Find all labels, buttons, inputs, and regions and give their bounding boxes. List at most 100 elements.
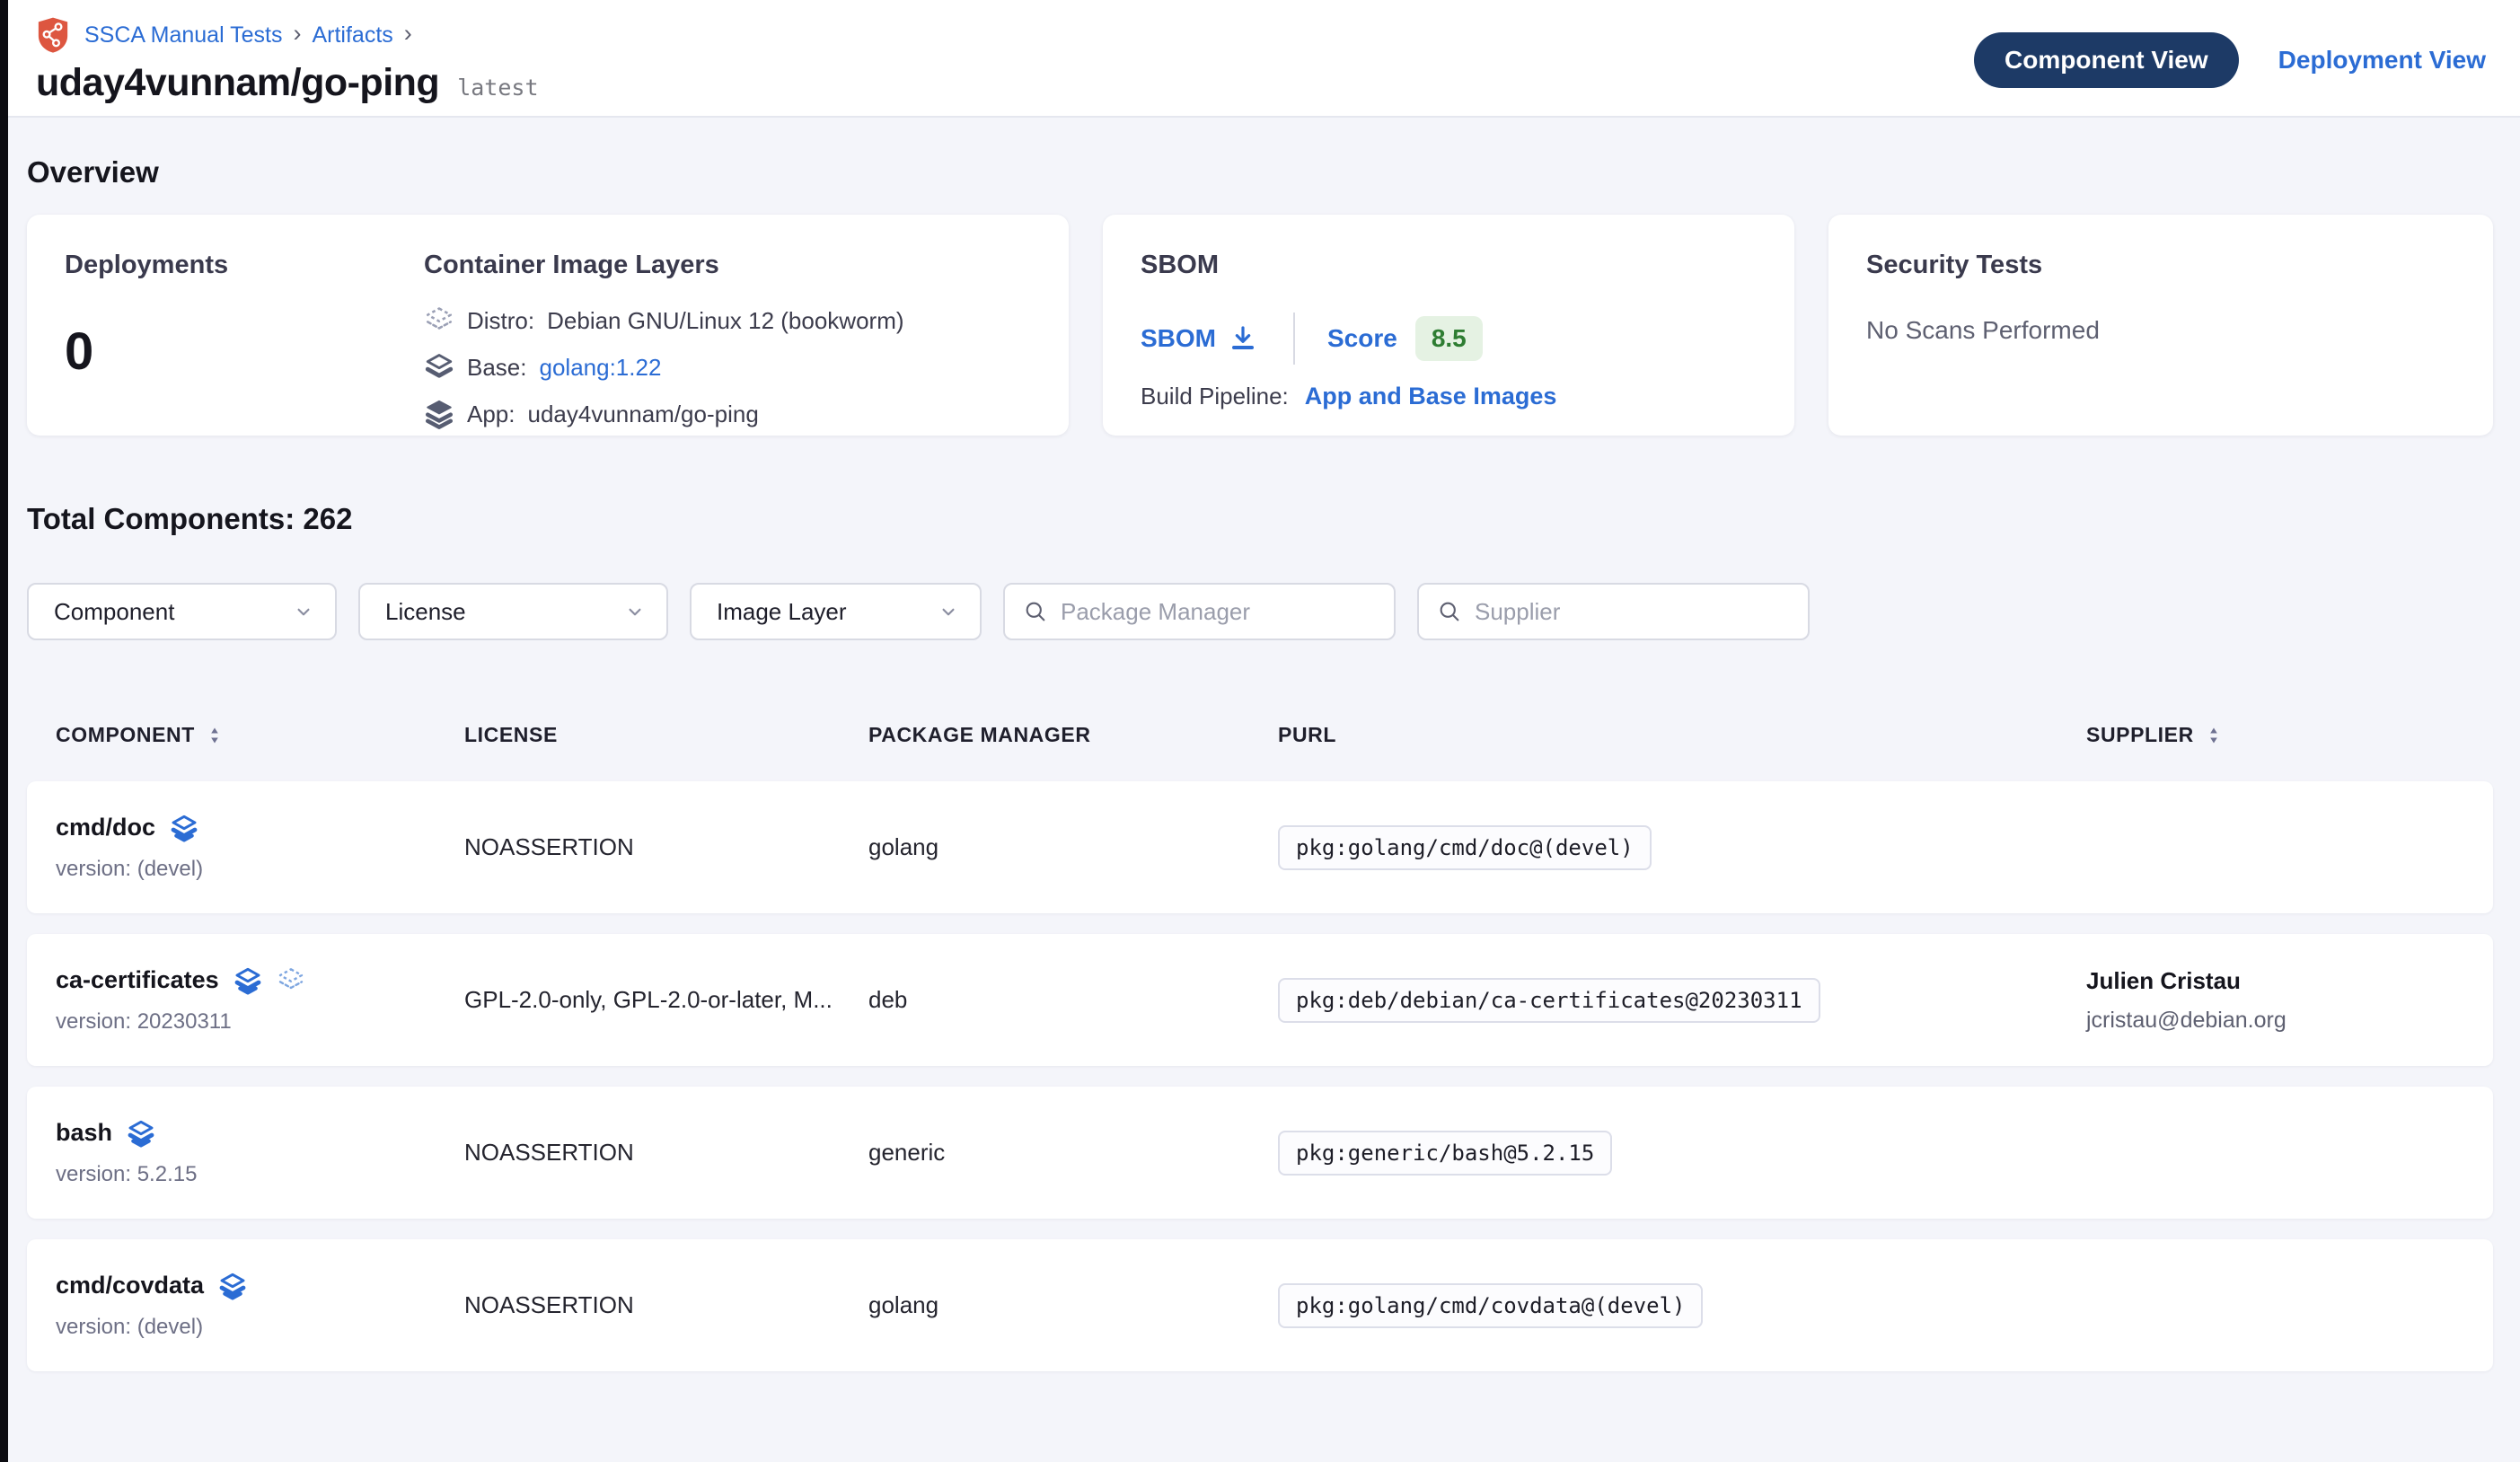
component-name: cmd/doc [56, 814, 155, 841]
purl-chip[interactable]: pkg:deb/debian/ca-certificates@20230311 [1278, 978, 1820, 1023]
sbom-score-badge: 8.5 [1415, 316, 1483, 361]
supplier-name: Julien Cristau [2086, 967, 2241, 995]
component-version: version: (devel) [56, 1315, 203, 1340]
package-manager-searchbox [1003, 583, 1396, 640]
supplier-searchbox [1417, 583, 1810, 640]
base-layer-row: Base: golang:1.22 [424, 352, 904, 383]
artifact-tag-badge: latest [457, 75, 538, 101]
component-filter-dropdown[interactable]: Component [27, 583, 337, 640]
sort-icon[interactable] [2203, 725, 2225, 746]
collapsed-nav-edge [0, 0, 8, 1462]
component-filter-label: Component [54, 598, 174, 626]
component-cell: cmd/covdata version: (devel) [27, 1239, 436, 1371]
app-layer-icon [127, 1119, 155, 1148]
supplier-cell [2057, 1087, 2493, 1219]
license-cell: NOASSERTION [436, 1239, 840, 1371]
overview-heading: Overview [27, 155, 2493, 189]
app-layer-value: uday4vunnam/go-ping [528, 401, 759, 428]
components-table-body: cmd/doc version: (devel) NOASSERTION gol… [27, 781, 2493, 1371]
deployments-title: Deployments [65, 251, 424, 280]
sbom-title: SBOM [1141, 251, 1757, 280]
purl-chip[interactable]: pkg:generic/bash@5.2.15 [1278, 1131, 1612, 1176]
download-icon [1229, 324, 1257, 353]
license-filter-dropdown[interactable]: License [358, 583, 668, 640]
breadcrumb-separator-icon: › [404, 20, 412, 48]
chevron-down-icon [292, 600, 315, 623]
license-cell: GPL-2.0-only, GPL-2.0-or-later, M... [436, 934, 840, 1066]
total-components-heading: Total Components: 262 [27, 502, 2493, 536]
search-icon [1437, 599, 1462, 624]
image-layers-title: Container Image Layers [424, 251, 904, 280]
table-row[interactable]: cmd/covdata version: (devel) NOASSERTION… [27, 1239, 2493, 1371]
build-pipeline-link[interactable]: App and Base Images [1305, 383, 1557, 410]
distro-layer-icon [277, 966, 305, 995]
main-content: Overview Deployments 0 Container Image L… [0, 155, 2520, 1371]
deployments-layers-card: Deployments 0 Container Image Layers Dis… [27, 215, 1069, 436]
filters-bar: Component License Image Layer [27, 583, 2493, 640]
base-layer-icon [424, 352, 454, 383]
sort-icon[interactable] [204, 725, 225, 746]
column-header-package-manager: PACKAGE MANAGER [840, 723, 1249, 747]
artifact-title: uday4vunnam/go-ping [36, 61, 439, 105]
package-manager-cell: golang [840, 1239, 1249, 1371]
sbom-score: Score 8.5 [1327, 316, 1483, 361]
component-cell: bash version: 5.2.15 [27, 1087, 436, 1219]
components-table-header: COMPONENT LICENSE PACKAGE MANAGER PURL S… [27, 723, 2493, 747]
chevron-down-icon [623, 600, 647, 623]
package-manager-cell: deb [840, 934, 1249, 1066]
sbom-download-link[interactable]: SBOM [1141, 324, 1257, 353]
breadcrumb-artifacts-link[interactable]: Artifacts [312, 22, 392, 48]
purl-chip[interactable]: pkg:golang/cmd/covdata@(devel) [1278, 1283, 1703, 1328]
table-row[interactable]: ca-certificates version: 20230311 GPL-2.… [27, 934, 2493, 1066]
base-image-link[interactable]: golang:1.22 [540, 354, 662, 382]
security-tests-title: Security Tests [1866, 251, 2455, 280]
search-icon [1023, 599, 1048, 624]
supplier-cell [2057, 1239, 2493, 1371]
deployment-view-link[interactable]: Deployment View [2278, 46, 2486, 75]
table-row[interactable]: bash version: 5.2.15 NOASSERTION generic… [27, 1087, 2493, 1219]
image-layer-filter-label: Image Layer [717, 598, 847, 626]
breadcrumb-project-link[interactable]: SSCA Manual Tests [84, 22, 282, 48]
image-layers-section: Container Image Layers Distro: Debian GN… [424, 251, 904, 400]
package-manager-cell: generic [840, 1087, 1249, 1219]
distro-layer-icon [424, 305, 454, 336]
component-version: version: 5.2.15 [56, 1162, 197, 1187]
purl-cell: pkg:golang/cmd/covdata@(devel) [1249, 1239, 2057, 1371]
app-layer-icon [218, 1272, 247, 1300]
table-row[interactable]: cmd/doc version: (devel) NOASSERTION gol… [27, 781, 2493, 913]
chevron-down-icon [937, 600, 960, 623]
column-header-supplier[interactable]: SUPPLIER [2057, 723, 2493, 747]
sbom-score-label: Score [1327, 324, 1397, 353]
distro-layer-value: Debian GNU/Linux 12 (bookworm) [547, 307, 903, 335]
component-view-button[interactable]: Component View [1974, 32, 2239, 88]
app-layer-row: App: uday4vunnam/go-ping [424, 399, 904, 429]
deployments-count: 0 [65, 321, 424, 382]
package-manager-cell: golang [840, 781, 1249, 913]
app-layer-icon [424, 399, 454, 429]
build-pipeline-label: Build Pipeline: [1141, 383, 1289, 410]
purl-chip[interactable]: pkg:golang/cmd/doc@(devel) [1278, 825, 1652, 870]
purl-cell: pkg:generic/bash@5.2.15 [1249, 1087, 2057, 1219]
component-cell: cmd/doc version: (devel) [27, 781, 436, 913]
security-tests-card: Security Tests No Scans Performed [1828, 215, 2493, 436]
license-filter-label: License [385, 598, 466, 626]
deployments-section: Deployments 0 [65, 251, 424, 400]
base-layer-label: Base: [467, 354, 527, 382]
vertical-divider [1293, 313, 1295, 365]
security-tests-status: No Scans Performed [1866, 316, 2455, 345]
component-name: cmd/covdata [56, 1272, 204, 1299]
column-header-component[interactable]: COMPONENT [27, 723, 436, 747]
license-cell: NOASSERTION [436, 781, 840, 913]
purl-cell: pkg:golang/cmd/doc@(devel) [1249, 781, 2057, 913]
sbom-card: SBOM SBOM Score 8.5 Build Pipeline: App … [1103, 215, 1794, 436]
sbom-actions-row: SBOM Score 8.5 [1141, 314, 1757, 363]
image-layer-filter-dropdown[interactable]: Image Layer [690, 583, 982, 640]
supplier-search-input[interactable] [1475, 598, 1790, 626]
column-header-component-label: COMPONENT [56, 723, 195, 747]
supplier-email: jcristau@debian.org [2086, 1008, 2287, 1034]
image-layers-list: Distro: Debian GNU/Linux 12 (bookworm) B… [424, 305, 904, 429]
app-layer-icon [233, 966, 262, 995]
column-header-license-label: LICENSE [464, 723, 558, 747]
distro-layer-label: Distro: [467, 307, 534, 335]
package-manager-search-input[interactable] [1061, 598, 1376, 626]
